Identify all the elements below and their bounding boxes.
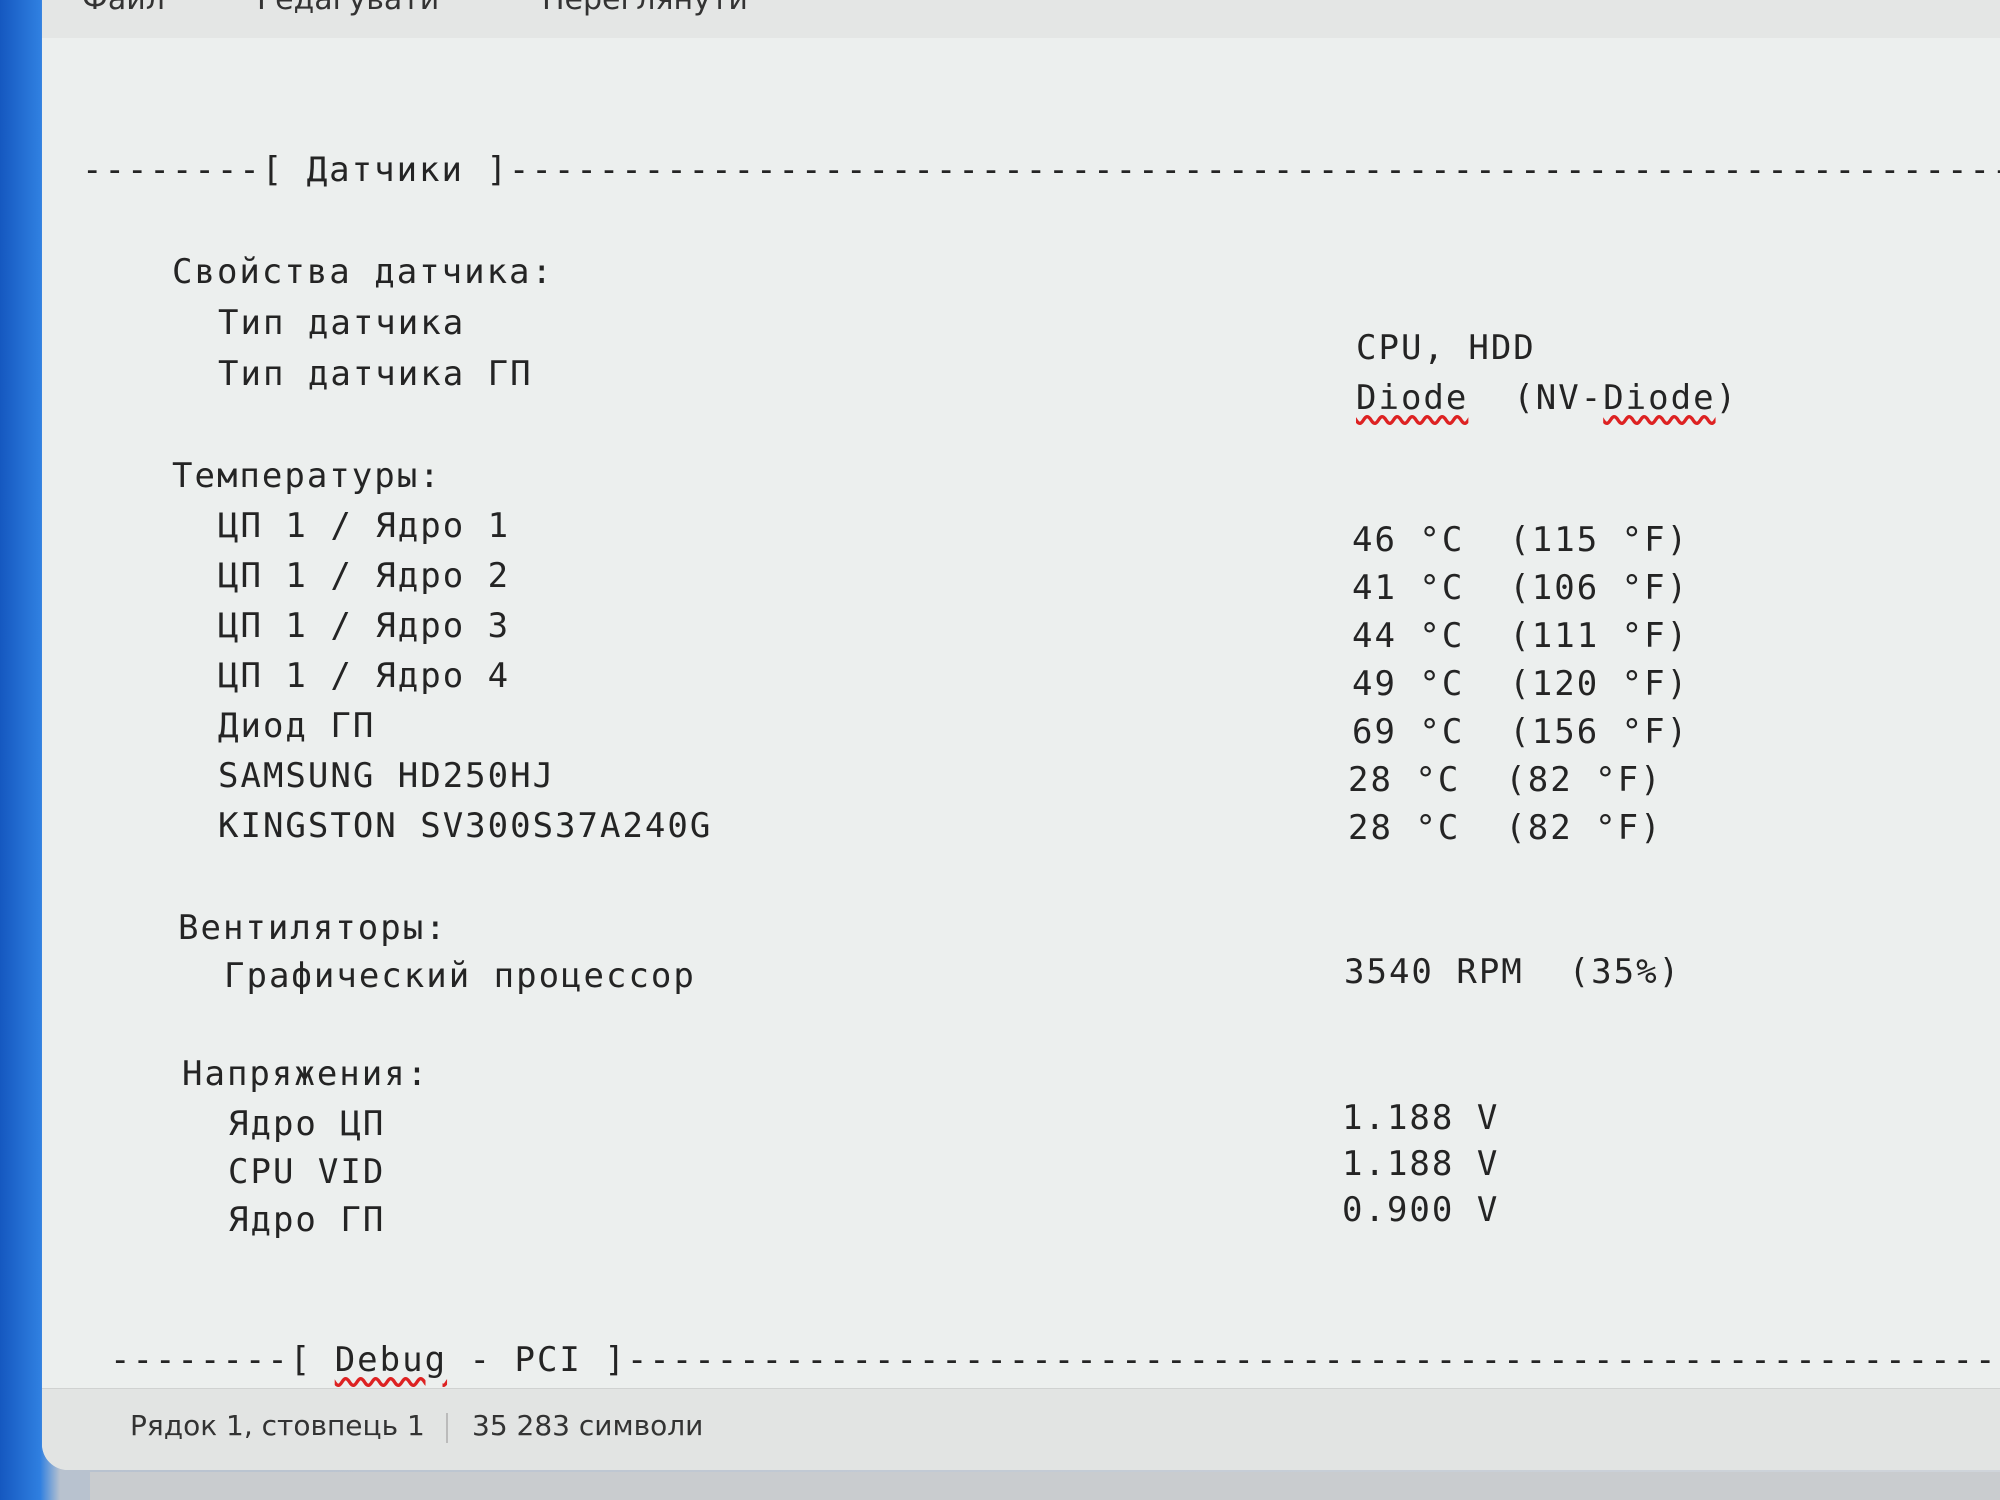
menu-bar: Файл Редагувати Переглянути <box>42 0 2000 38</box>
temp-value: 41 °C (106 °F) <box>1352 568 1690 608</box>
taskbar-edge <box>90 1472 2000 1500</box>
temp-value: 69 °C (156 °F) <box>1352 712 1690 752</box>
section-debug-suffix: - PCI ]---------------------------------… <box>469 1340 2000 1380</box>
section-sensors-header: --------[ Датчики ]---------------------… <box>82 150 2000 190</box>
menu-edit[interactable]: Редагувати <box>257 0 439 17</box>
gpu-sensor-type-label: Тип датчика ГП <box>218 354 533 394</box>
spellcheck-word: Debug <box>334 1340 448 1380</box>
section-debug-header: --------[ Debug - PCI ]-----------------… <box>110 1340 2000 1380</box>
temp-label: ЦП 1 / Ядро 4 <box>218 656 511 696</box>
temp-label: ЦП 1 / Ядро 3 <box>218 606 511 646</box>
menu-view[interactable]: Переглянути <box>542 0 748 17</box>
gpu-sensor-type-value: Diode (NV-Diode) <box>1356 378 1738 418</box>
sensor-props-title: Свойства датчика: <box>172 252 554 292</box>
volt-value: 1.188 V <box>1342 1098 1500 1138</box>
temps-title: Температуры: <box>172 456 442 496</box>
section-debug-prefix: --------[ <box>110 1340 335 1380</box>
sensor-type-label: Тип датчика <box>218 303 466 343</box>
volt-label: CPU VID <box>228 1152 386 1192</box>
status-divider <box>446 1413 448 1443</box>
temp-label: ЦП 1 / Ядро 1 <box>218 506 511 546</box>
volt-value: 0.900 V <box>1342 1190 1500 1230</box>
temp-value: 46 °C (115 °F) <box>1352 520 1690 560</box>
volts-title: Напряжения: <box>182 1054 430 1094</box>
sensor-type-value: CPU, HDD <box>1356 328 1536 368</box>
fan-gpu-label: Графический процессор <box>224 956 696 996</box>
temp-label: KINGSTON SV300S37A240G <box>218 806 713 846</box>
menu-file[interactable]: Файл <box>82 0 165 17</box>
character-count: 35 283 символи <box>472 1409 704 1442</box>
text-editor-area[interactable]: --------[ Датчики ]---------------------… <box>42 38 2000 1388</box>
temp-value: 44 °C (111 °F) <box>1352 616 1690 656</box>
temp-label: SAMSUNG HD250HJ <box>218 756 556 796</box>
notepad-window: Файл Редагувати Переглянути --------[ Да… <box>42 0 2000 1470</box>
temp-label: Диод ГП <box>218 706 376 746</box>
volt-label: Ядро ЦП <box>228 1104 386 1144</box>
temp-value: 28 °C (82 °F) <box>1348 760 1663 800</box>
volt-label: Ядро ГП <box>228 1200 386 1240</box>
fan-gpu-value: 3540 RPM (35%) <box>1344 952 1682 992</box>
gpu-sensor-type-part: ) <box>1715 378 1739 418</box>
spellcheck-word: Diode <box>1603 378 1716 418</box>
temp-value: 28 °C (82 °F) <box>1348 808 1663 848</box>
gpu-sensor-type-part: (NV- <box>1513 378 1604 418</box>
status-bar: Рядок 1, стовпець 1 35 283 символи <box>42 1388 2000 1470</box>
spellcheck-word: Diode <box>1356 378 1469 418</box>
temp-value: 49 °C (120 °F) <box>1352 664 1690 704</box>
cursor-position: Рядок 1, стовпець 1 <box>130 1409 425 1442</box>
fans-title: Вентиляторы: <box>178 908 448 948</box>
temp-label: ЦП 1 / Ядро 2 <box>218 556 511 596</box>
volt-value: 1.188 V <box>1342 1144 1500 1184</box>
